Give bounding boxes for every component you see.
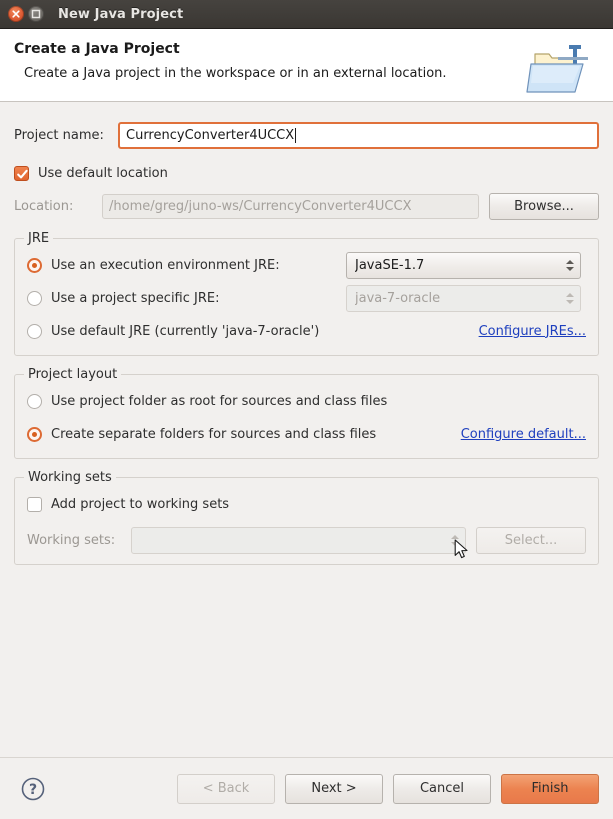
chevron-updown-icon <box>449 530 461 550</box>
layout-root-label: Use project folder as root for sources a… <box>51 393 388 409</box>
execution-environment-value: JavaSE-1.7 <box>355 257 425 273</box>
text-caret <box>295 128 297 143</box>
project-specific-jre-value: java-7-oracle <box>355 290 441 306</box>
location-input: /home/greg/juno-ws/CurrencyConverter4UCC… <box>102 194 479 219</box>
svg-text:?: ? <box>29 782 37 798</box>
help-question-icon[interactable]: ? <box>20 776 46 802</box>
browse-button[interactable]: Browse... <box>489 193 599 220</box>
jre-execution-environment-label: Use an execution environment JRE: <box>51 257 280 273</box>
working-sets-group-title: Working sets <box>24 470 116 485</box>
configure-jres-link[interactable]: Configure JREs... <box>479 324 586 339</box>
add-project-to-working-sets-label: Add project to working sets <box>51 496 230 512</box>
use-default-location-row[interactable]: Use default location <box>14 166 599 181</box>
jre-execution-environment-row[interactable]: Use an execution environment JRE: JavaSE… <box>27 251 586 279</box>
dialog-body: Project name: CurrencyConverter4UCCX Use… <box>0 102 613 757</box>
chevron-updown-icon <box>564 288 576 308</box>
project-name-input[interactable]: CurrencyConverter4UCCX <box>118 122 599 149</box>
working-sets-label: Working sets: <box>27 532 116 548</box>
project-name-row: Project name: CurrencyConverter4UCCX <box>14 122 599 149</box>
jre-default-row[interactable]: Use default JRE (currently 'java-7-oracl… <box>27 319 586 343</box>
project-layout-group: Project layout Use project folder as roo… <box>14 367 599 459</box>
cancel-button[interactable]: Cancel <box>393 773 491 804</box>
jre-group-title: JRE <box>24 231 54 246</box>
jre-execution-environment-radio[interactable] <box>27 257 42 273</box>
project-name-label: Project name: <box>14 128 104 143</box>
jre-default-radio[interactable] <box>27 323 42 339</box>
working-sets-combo <box>131 526 466 554</box>
add-project-to-working-sets-row[interactable]: Add project to working sets <box>27 492 586 516</box>
layout-root-radio[interactable] <box>27 393 42 409</box>
window-title: New Java Project <box>58 6 184 22</box>
working-sets-group: Working sets Add project to working sets… <box>14 470 599 565</box>
execution-environment-combo[interactable]: JavaSE-1.7 <box>346 251 581 279</box>
dialog-footer: ? < Back Next > Cancel Finish <box>0 757 613 819</box>
jre-default-label: Use default JRE (currently 'java-7-oracl… <box>51 323 320 339</box>
jre-project-specific-label: Use a project specific JRE: <box>51 290 220 306</box>
maximize-icon[interactable] <box>28 6 44 22</box>
next-button[interactable]: Next > <box>285 773 383 804</box>
location-value: /home/greg/juno-ws/CurrencyConverter4UCC… <box>109 199 412 214</box>
select-working-sets-button: Select... <box>476 526 586 554</box>
dialog-header: Create a Java Project Create a Java proj… <box>0 29 613 102</box>
jre-group: JRE Use an execution environment JRE: Ja… <box>14 231 599 356</box>
configure-default-link[interactable]: Configure default... <box>461 427 586 442</box>
location-label: Location: <box>14 199 74 214</box>
use-default-location-label: Use default location <box>38 166 168 181</box>
layout-root-row[interactable]: Use project folder as root for sources a… <box>27 389 586 413</box>
close-icon[interactable] <box>8 6 24 22</box>
new-java-project-dialog: New Java Project Create a Java Project C… <box>0 0 613 819</box>
jre-project-specific-radio[interactable] <box>27 290 42 306</box>
layout-separate-label: Create separate folders for sources and … <box>51 426 377 442</box>
project-layout-group-title: Project layout <box>24 367 122 382</box>
location-row: Location: /home/greg/juno-ws/CurrencyCon… <box>14 193 599 220</box>
finish-button[interactable]: Finish <box>501 773 599 804</box>
working-sets-row: Working sets: Select... <box>27 526 586 554</box>
java-project-folder-icon <box>525 37 603 99</box>
project-name-value: CurrencyConverter4UCCX <box>126 128 295 143</box>
use-default-location-checkbox[interactable] <box>14 166 29 181</box>
jre-project-specific-row[interactable]: Use a project specific JRE: java-7-oracl… <box>27 284 586 312</box>
layout-separate-radio[interactable] <box>27 426 42 442</box>
back-button: < Back <box>177 773 275 804</box>
project-specific-jre-combo: java-7-oracle <box>346 284 581 312</box>
page-title: Create a Java Project <box>14 41 180 57</box>
layout-separate-row[interactable]: Create separate folders for sources and … <box>27 422 586 446</box>
chevron-updown-icon <box>564 255 576 275</box>
add-project-to-working-sets-checkbox[interactable] <box>27 496 42 512</box>
window-titlebar: New Java Project <box>0 0 613 29</box>
